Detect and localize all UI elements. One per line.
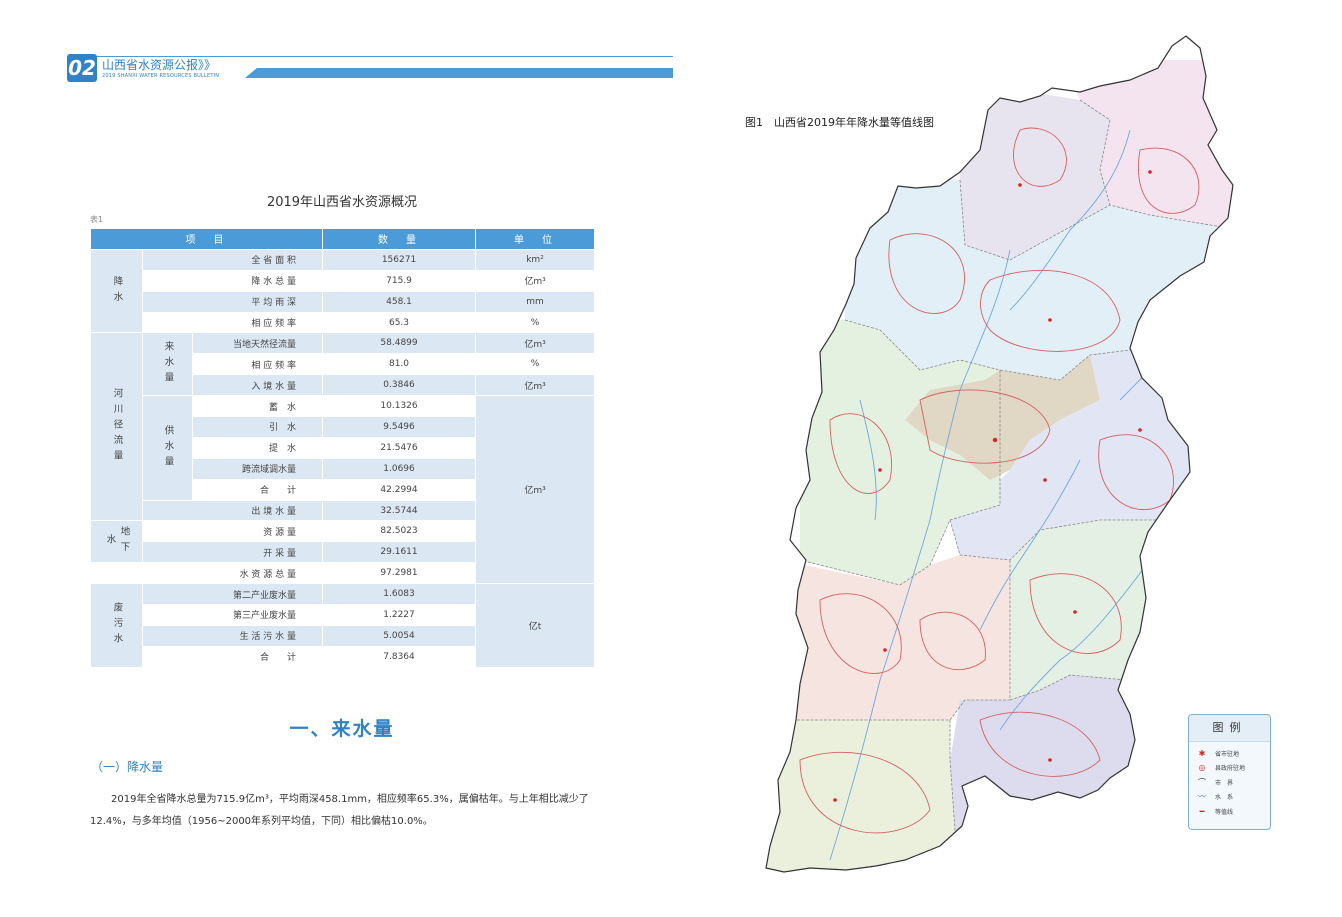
city-border-icon: ⌒	[1198, 777, 1206, 787]
precipitation-map	[765, 35, 1234, 873]
legend-item: ✱ 省市驻地	[1189, 746, 1270, 761]
city-marker	[1148, 170, 1152, 174]
county-marker-icon: ◎	[1198, 763, 1206, 773]
legend-item: 〰 水 系	[1189, 790, 1270, 805]
city-marker	[833, 798, 837, 802]
city-marker	[878, 468, 882, 472]
legend-label: 市 界	[1215, 779, 1234, 787]
city-marker	[1048, 318, 1052, 322]
isohyet-icon: ━	[1199, 806, 1205, 816]
river-icon: 〰	[1198, 792, 1206, 802]
legend-item: ━ 等值线	[1189, 804, 1270, 819]
map-legend: 图例 ✱ 省市驻地 ◎ 县政府驻地 ⌒ 市 界 〰 水 系 ━ 等值线	[1188, 714, 1271, 830]
legend-title: 图例	[1189, 715, 1270, 742]
region-changzhi	[1010, 520, 1233, 700]
legend-item: ⌒ 市 界	[1189, 775, 1270, 790]
city-marker	[1018, 183, 1022, 187]
city-marker	[1048, 758, 1052, 762]
capital-marker-icon: ✱	[1198, 748, 1206, 758]
legend-label: 省市驻地	[1215, 750, 1240, 758]
legend-label: 水 系	[1215, 794, 1234, 802]
city-marker	[1138, 428, 1142, 432]
legend-label: 县政府驻地	[1215, 765, 1246, 773]
city-marker	[1073, 610, 1077, 614]
legend-label: 等值线	[1215, 808, 1234, 816]
legend-item: ◎ 县政府驻地	[1189, 761, 1270, 776]
city-marker	[883, 648, 887, 652]
city-marker	[1043, 478, 1047, 482]
city-marker	[992, 437, 998, 443]
